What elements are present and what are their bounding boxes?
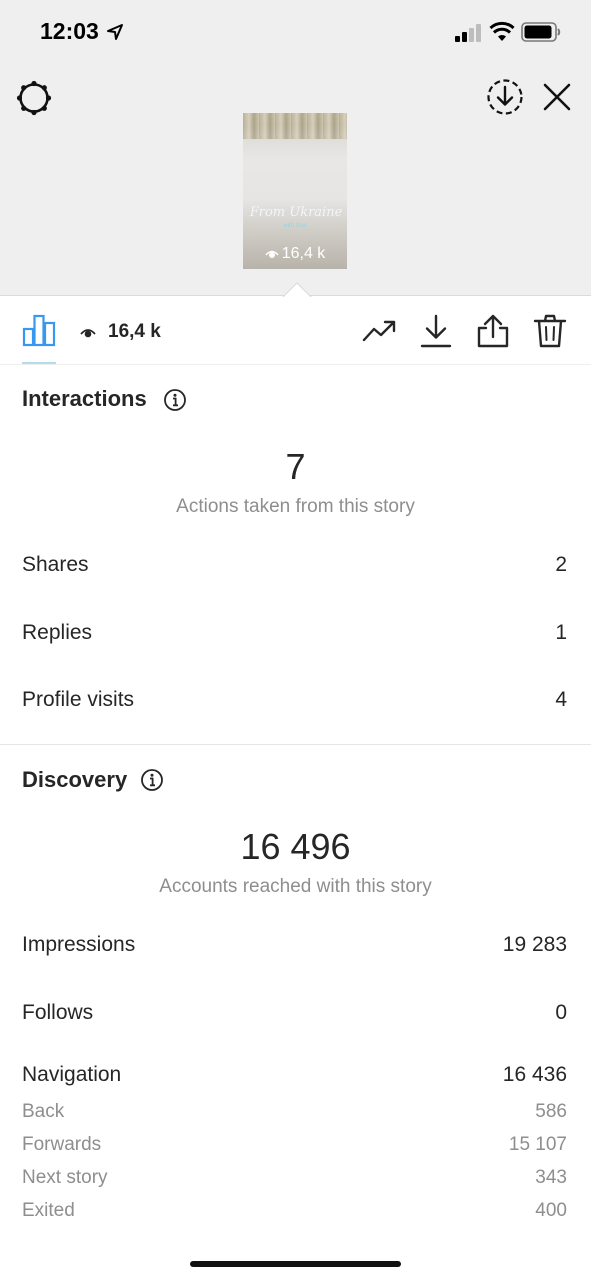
nav-next-story-label: Next story (22, 1167, 108, 1188)
battery-icon (521, 22, 561, 42)
interactions-caption: Actions taken from this story (176, 496, 415, 517)
status-bar: 12:03 (0, 0, 591, 64)
follows-label: Follows (22, 1001, 94, 1024)
nav-back-label: Back (22, 1101, 65, 1122)
story-toolbar: 16,4 k (0, 297, 591, 365)
section-divider (0, 744, 591, 745)
wifi-icon (489, 21, 515, 41)
navigation-value: 16 436 (502, 1063, 567, 1086)
info-icon[interactable] (140, 768, 164, 792)
delete-trash-icon[interactable] (532, 313, 568, 349)
info-icon[interactable] (163, 388, 187, 412)
eye-icon (80, 329, 96, 338)
save-to-device-icon[interactable] (484, 76, 526, 118)
nav-exited-value: 400 (535, 1200, 567, 1221)
nav-forwards-value: 15 107 (508, 1134, 567, 1155)
share-icon[interactable] (475, 313, 511, 349)
shares-value: 2 (555, 553, 567, 576)
thumbnail-views: 16,4 k (243, 245, 347, 263)
eye-icon (265, 250, 279, 258)
thumbnail-overlay-subtext: with love (283, 223, 307, 229)
insights-chart-icon[interactable] (22, 313, 56, 347)
discovery-title: Discovery (22, 767, 128, 792)
interactions-title: Interactions (22, 386, 147, 411)
nav-forwards-label: Forwards (22, 1134, 102, 1155)
replies-value: 1 (555, 621, 567, 644)
status-time: 12:03 (40, 18, 99, 44)
download-icon[interactable] (418, 313, 454, 349)
replies-label: Replies (22, 621, 93, 644)
settings-gear-icon[interactable] (14, 78, 54, 118)
active-tab-indicator (22, 362, 56, 364)
nav-next-story-value: 343 (535, 1167, 567, 1188)
story-thumbnail[interactable]: From Ukraine with love 16,4 k (243, 113, 347, 269)
cellular-signal-icon (455, 24, 481, 42)
interactions-total: 7 (285, 446, 306, 487)
story-preview-header: 12:03 From Ukraine with love 16,4 k (0, 0, 591, 298)
thumbnail-view-count: 16,4 k (281, 245, 326, 262)
navigation-label: Navigation (22, 1063, 122, 1086)
thumbnail-image-texture (243, 113, 347, 139)
shares-label: Shares (22, 553, 89, 576)
follows-value: 0 (555, 1001, 567, 1024)
accounts-reached-total: 16 496 (240, 826, 351, 867)
nav-back-value: 586 (535, 1101, 567, 1122)
location-arrow-icon (107, 24, 123, 40)
impressions-label: Impressions (22, 933, 136, 956)
profile-visits-label: Profile visits (22, 688, 135, 711)
nav-exited-label: Exited (22, 1200, 75, 1221)
profile-visits-value: 4 (555, 688, 567, 711)
home-indicator[interactable] (190, 1261, 401, 1267)
promote-trending-icon[interactable] (361, 313, 397, 349)
thumbnail-overlay-text: From Ukraine (249, 205, 343, 220)
impressions-value: 19 283 (502, 933, 567, 956)
selected-story-caret (282, 282, 312, 298)
view-count: 16,4 k (108, 321, 161, 342)
accounts-reached-caption: Accounts reached with this story (159, 876, 432, 897)
close-icon[interactable] (538, 78, 576, 116)
